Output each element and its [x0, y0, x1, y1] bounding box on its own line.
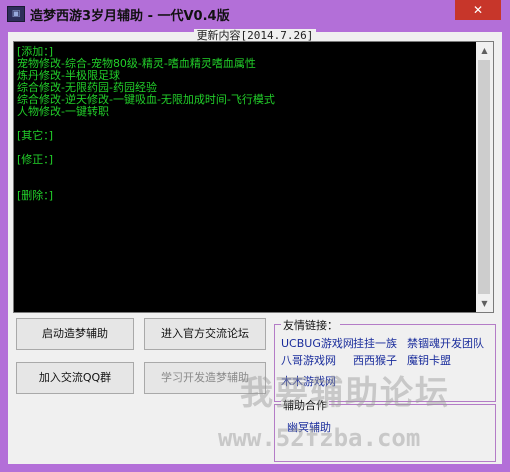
partner-group: 辅助合作 幽冥辅助 [274, 397, 496, 462]
title-bar[interactable]: ▣ 造梦西游3岁月辅助 - 一代V0.4版 ✕ [0, 0, 510, 26]
friend-link[interactable]: 木木游戏网 [281, 373, 336, 389]
update-log[interactable]: [添加：] 宠物修改-综合-宠物80级-精灵-嗜血精灵嗜血属性 炼丹修改-半极限… [13, 41, 494, 313]
friend-link[interactable]: 禁锢魂开发团队 [407, 335, 484, 351]
learn-dev-button[interactable]: 学习开发造梦辅助 [144, 362, 266, 394]
app-window: ▣ 造梦西游3岁月辅助 - 一代V0.4版 ✕ 更新内容[2014.7.26] … [0, 0, 510, 472]
join-qq-group-button[interactable]: 加入交流QQ群 [16, 362, 134, 394]
scroll-up-icon[interactable]: ▲ [476, 42, 493, 59]
friend-link[interactable]: 八哥游戏网 [281, 352, 336, 368]
app-icon: ▣ [7, 6, 25, 22]
friend-link[interactable]: 西西猴子 [353, 352, 397, 368]
friend-links-label: 友情链接： [281, 317, 340, 333]
friend-links-group: 友情链接： UCBUG游戏网 挂挂一族 禁锢魂开发团队 八哥游戏网 西西猴子 魔… [274, 317, 496, 402]
friend-link[interactable]: 挂挂一族 [353, 335, 397, 351]
log-line: 人物修改-一键转职 [17, 105, 109, 118]
log-line: [其它：] [17, 129, 54, 142]
friend-link[interactable]: 魔钥卡盟 [407, 352, 451, 368]
forum-button[interactable]: 进入官方交流论坛 [144, 318, 266, 350]
friend-link[interactable]: UCBUG游戏网 [281, 335, 354, 351]
scroll-thumb[interactable] [478, 60, 490, 294]
log-line: [删除：] [17, 189, 54, 202]
close-button[interactable]: ✕ [455, 0, 501, 20]
window-title: 造梦西游3岁月辅助 - 一代V0.4版 [30, 9, 230, 24]
partner-link[interactable]: 幽冥辅助 [287, 419, 331, 435]
close-icon: ✕ [472, 3, 484, 17]
scroll-down-icon[interactable]: ▼ [476, 295, 493, 312]
start-helper-button[interactable]: 启动造梦辅助 [16, 318, 134, 350]
log-line: [修正：] [17, 153, 54, 166]
client-area: 更新内容[2014.7.26] [添加：] 宠物修改-综合-宠物80级-精灵-嗜… [8, 29, 502, 464]
partner-label: 辅助合作 [281, 397, 329, 413]
log-scrollbar[interactable]: ▲ ▼ [476, 42, 493, 312]
